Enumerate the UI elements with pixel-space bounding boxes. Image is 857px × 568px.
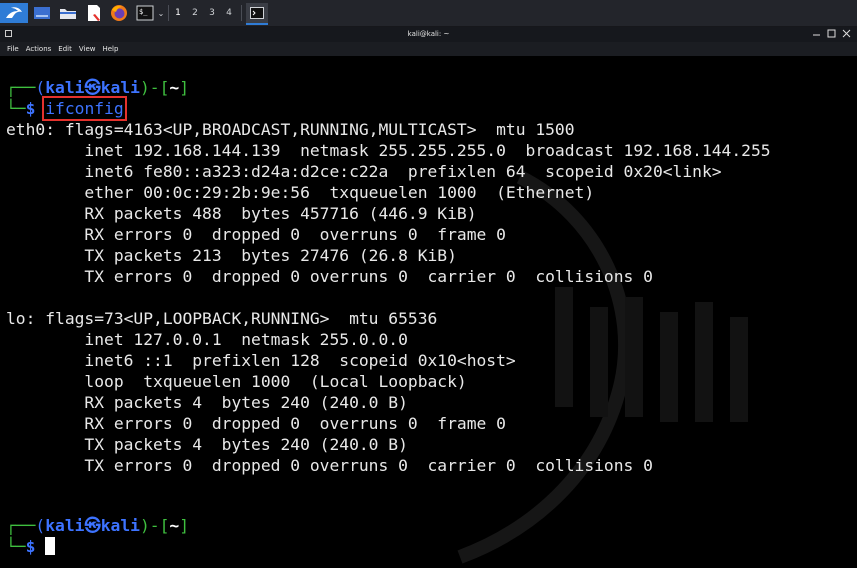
- output-line: loop txqueuelen 1000 (Local Loopback): [6, 372, 467, 391]
- output-line: TX errors 0 dropped 0 overruns 0 carrier…: [6, 267, 653, 286]
- output-line: RX packets 488 bytes 457716 (446.9 KiB): [6, 204, 477, 223]
- close-icon[interactable]: [842, 29, 851, 38]
- output-line: RX errors 0 dropped 0 overruns 0 frame 0: [6, 225, 506, 244]
- output-line: TX packets 4 bytes 240 (240.0 B): [6, 435, 408, 454]
- terminal-icon: [250, 7, 264, 19]
- svg-text:$_: $_: [139, 8, 148, 16]
- command-line: └─$ ifconfig: [6, 96, 127, 121]
- workspace-3[interactable]: 3: [204, 5, 220, 21]
- menu-view[interactable]: View: [79, 45, 96, 53]
- text-editor-icon[interactable]: [83, 3, 105, 23]
- prompt-line: ┌──(kali㉿kali)-[~]: [6, 516, 190, 535]
- output-line: TX errors 0 dropped 0 overruns 0 carrier…: [6, 456, 653, 475]
- menubar: File Actions Edit View Help: [0, 42, 857, 56]
- top-panel: $_ ⌄ 1 2 3 4: [0, 0, 857, 27]
- prompt-line: ┌──(kali㉿kali)-[~]: [6, 78, 190, 97]
- terminal-launcher-icon[interactable]: $_: [134, 3, 156, 23]
- workspace-4[interactable]: 4: [221, 5, 237, 21]
- panel-separator: [241, 5, 242, 21]
- output-line: inet 192.168.144.139 netmask 255.255.255…: [6, 141, 771, 160]
- output-line: RX packets 4 bytes 240 (240.0 B): [6, 393, 408, 412]
- workspace-2[interactable]: 2: [187, 5, 203, 21]
- menu-actions[interactable]: Actions: [26, 45, 52, 53]
- output-line: TX packets 213 bytes 27476 (26.8 KiB): [6, 246, 457, 265]
- firefox-icon[interactable]: [108, 3, 130, 23]
- file-manager-icon[interactable]: [57, 3, 79, 23]
- menu-file[interactable]: File: [7, 45, 19, 53]
- panel-separator: [168, 5, 169, 21]
- window-titlebar[interactable]: kali@kali: ~: [0, 27, 857, 42]
- workspace-1[interactable]: 1: [170, 5, 186, 21]
- output-line: ether 00:0c:29:2b:9e:56 txqueuelen 1000 …: [6, 183, 595, 202]
- output-line: RX errors 0 dropped 0 overruns 0 frame 0: [6, 414, 506, 433]
- menu-help[interactable]: Help: [102, 45, 118, 53]
- output-line: inet6 ::1 prefixlen 128 scopeid 0x10<hos…: [6, 351, 516, 370]
- command-text: ifconfig: [42, 96, 127, 121]
- show-desktop-icon[interactable]: [31, 3, 53, 23]
- kali-dragon-icon: [6, 7, 22, 18]
- terminal-area[interactable]: ┌──(kali㉿kali)-[~] └─$ ifconfig eth0: fl…: [0, 57, 857, 568]
- output-line: lo: flags=73<UP,LOOPBACK,RUNNING> mtu 65…: [6, 309, 438, 328]
- output-line: eth0: flags=4163<UP,BROADCAST,RUNNING,MU…: [6, 120, 575, 139]
- maximize-icon[interactable]: [827, 29, 836, 38]
- text-cursor: [45, 537, 56, 555]
- input-line[interactable]: └─$: [6, 537, 56, 558]
- chevron-down-icon[interactable]: ⌄: [156, 3, 166, 23]
- minimize-icon[interactable]: [812, 29, 821, 38]
- kali-menu-button[interactable]: [0, 3, 28, 23]
- menu-edit[interactable]: Edit: [58, 45, 72, 53]
- taskbar-terminal-window[interactable]: [246, 3, 268, 25]
- window-title: kali@kali: ~: [407, 30, 450, 38]
- output-line: inet 127.0.0.1 netmask 255.0.0.0: [6, 330, 408, 349]
- output-line: inet6 fe80::a323:d24a:d2ce:c22a prefixle…: [6, 162, 722, 181]
